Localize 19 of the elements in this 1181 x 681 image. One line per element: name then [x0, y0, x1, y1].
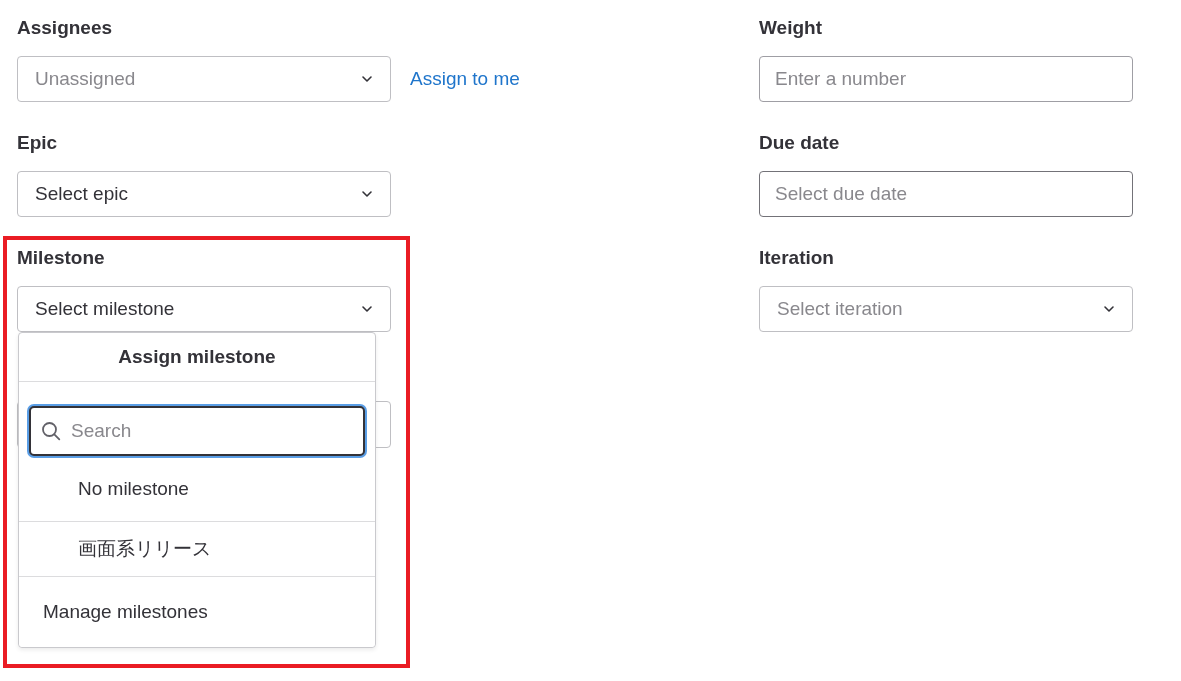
select-dropdown[interactable]: Unassigned — [17, 56, 391, 102]
manage-milestones-link[interactable]: Manage milestones — [19, 577, 375, 647]
menu-title: Assign milestone — [19, 333, 375, 382]
select-dropdown[interactable]: Select iteration — [759, 286, 1133, 332]
search-icon — [41, 421, 61, 441]
search-field[interactable]: Search — [29, 406, 365, 456]
assign-to-me-link[interactable]: Assign to me — [410, 68, 520, 90]
date-field[interactable]: Select due date — [759, 171, 1133, 217]
field-label: Iteration — [759, 247, 834, 269]
select-dropdown[interactable]: Select milestone — [17, 286, 391, 332]
field-label: Assignees — [17, 17, 113, 39]
menu-item[interactable]: No milestone — [19, 468, 375, 522]
field-label: Milestone — [17, 247, 105, 269]
number-field[interactable]: Enter a number — [759, 56, 1133, 102]
field-label: Due date — [759, 132, 840, 154]
field-label: Epic — [17, 132, 58, 154]
field-label: Weight — [759, 17, 822, 39]
select-dropdown[interactable]: Select epic — [17, 171, 391, 217]
menu-item[interactable]: 画面系リリース — [19, 522, 375, 577]
